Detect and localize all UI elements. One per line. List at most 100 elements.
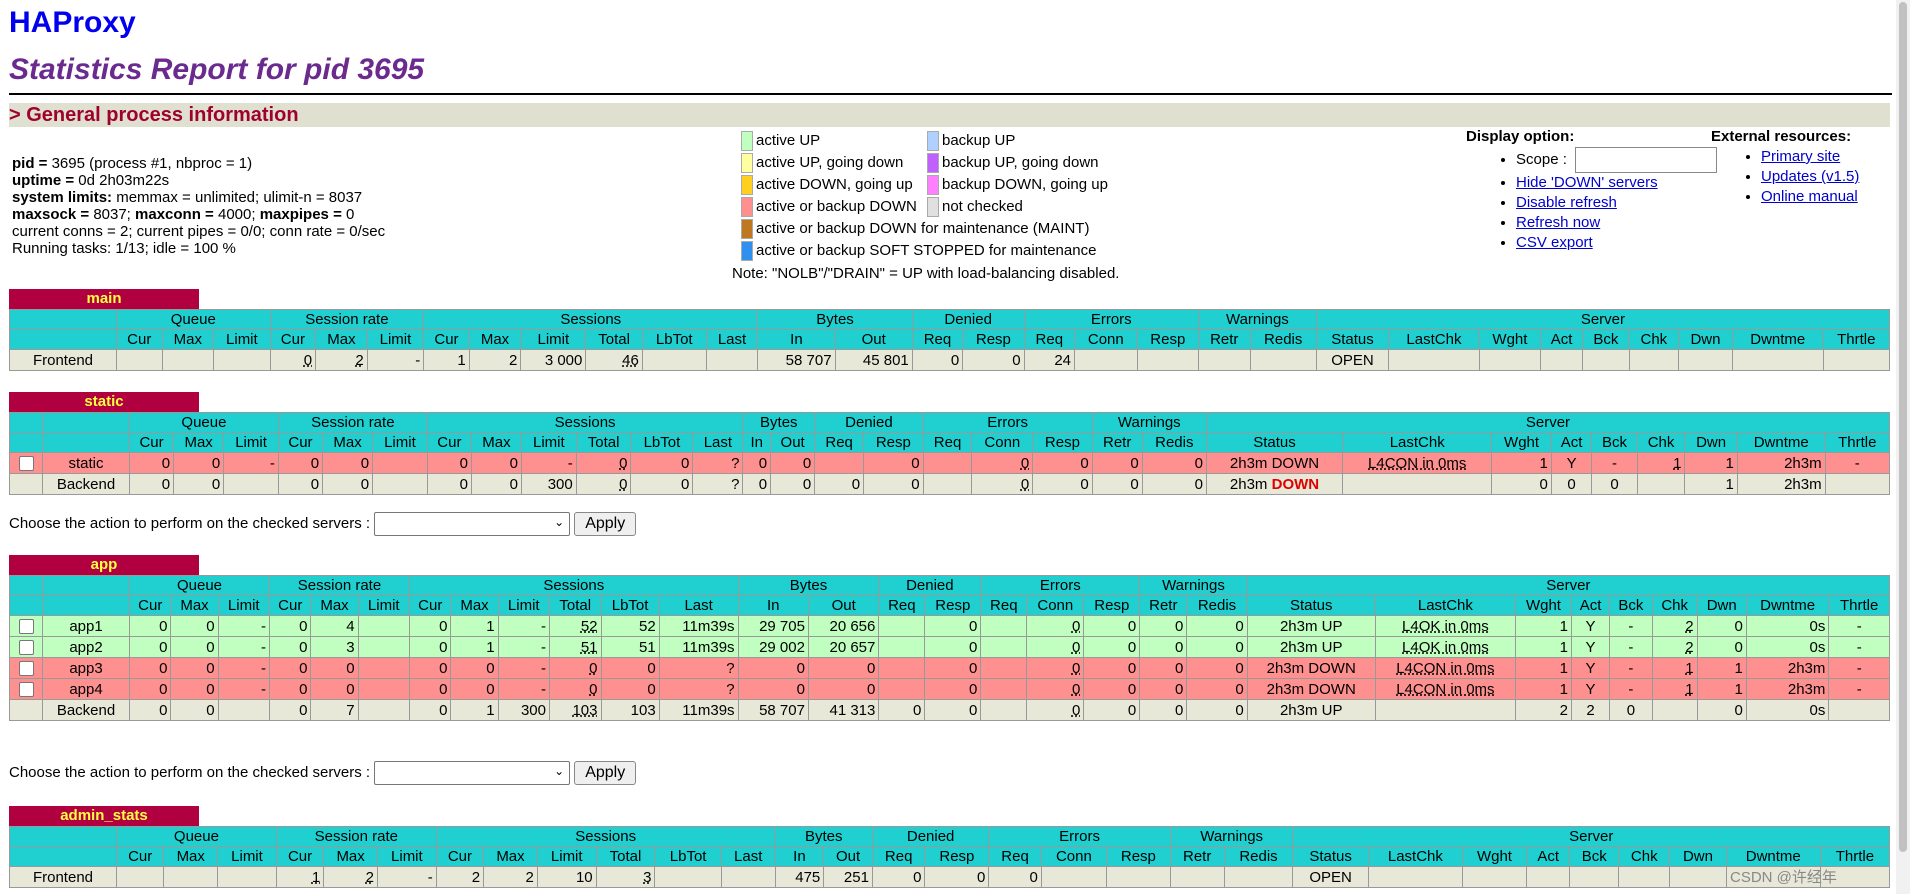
row-checkbox[interactable] [18, 682, 34, 698]
apply-button[interactable]: Apply [574, 512, 637, 536]
cell-value[interactable]: 2 [366, 869, 374, 886]
vertical-scrollbar[interactable] [1896, 0, 1910, 894]
row-name[interactable]: Backend [42, 699, 130, 721]
row-checkbox[interactable] [18, 456, 34, 472]
cell-value[interactable]: 0 [1072, 702, 1080, 719]
row-name[interactable]: Backend [42, 473, 130, 495]
data-cell[interactable]: 0 [549, 678, 602, 700]
cell-value[interactable]: 0 [619, 455, 627, 472]
data-cell[interactable]: 0 [1026, 699, 1085, 721]
online-manual-link[interactable]: Online manual [1761, 188, 1858, 205]
cell-value[interactable]: 0 [304, 352, 312, 369]
data-cell[interactable]: 0 [1026, 678, 1085, 700]
row-name[interactable]: Frontend [9, 866, 117, 888]
cell-value[interactable]: 2 [1685, 639, 1693, 656]
row-name[interactable]: app1 [42, 615, 130, 637]
data-cell[interactable]: 0 [1026, 657, 1085, 679]
data-cell[interactable]: 0 [269, 349, 317, 371]
data-cell[interactable]: 0 [971, 452, 1034, 474]
scope-input[interactable] [1575, 147, 1718, 173]
disable-refresh-link[interactable]: Disable refresh [1516, 194, 1617, 211]
cell-value[interactable]: L4OK in 0ms [1402, 618, 1489, 635]
row-checkbox[interactable] [18, 640, 34, 656]
data-cell[interactable]: 1 [1636, 452, 1686, 474]
data-cell[interactable]: 0 [575, 452, 632, 474]
updates-link[interactable]: Updates (v1.5) [1761, 168, 1859, 185]
proxy-name-static[interactable]: static [9, 392, 199, 412]
data-cell[interactable]: L4OK in 0ms [1374, 636, 1517, 658]
cell-value[interactable]: L4CON in 0ms [1396, 681, 1494, 698]
cell-value[interactable]: 1 [1685, 660, 1693, 677]
data-cell[interactable]: 2 [323, 866, 378, 888]
data-cell[interactable]: 1 [1651, 678, 1698, 700]
data-cell[interactable]: 0 [1026, 636, 1085, 658]
action-select[interactable]: ⌄ [374, 761, 571, 785]
data-cell[interactable]: L4CON in 0ms [1342, 452, 1493, 474]
proxy-name-main[interactable]: main [9, 289, 199, 309]
proxy-name-app[interactable]: app [9, 555, 199, 575]
cell-value[interactable]: 0 [1072, 681, 1080, 698]
action-select[interactable]: ⌄ [374, 512, 571, 536]
cell-value[interactable]: 0 [1072, 618, 1080, 635]
cell-value[interactable]: 1 [1673, 455, 1681, 472]
cell-value[interactable]: L4OK in 0ms [1402, 639, 1489, 656]
data-cell: - [497, 678, 551, 700]
hide-down-link[interactable]: Hide 'DOWN' servers [1516, 174, 1658, 191]
row-name[interactable]: app2 [42, 636, 130, 658]
cell-value[interactable]: 0 [1072, 639, 1080, 656]
column-header: Last [720, 846, 776, 867]
cell-value[interactable]: 51 [581, 639, 598, 656]
primary-site-link[interactable]: Primary site [1761, 148, 1840, 165]
legend-label: active or backup DOWN [756, 198, 917, 215]
cell-value[interactable]: 0 [619, 476, 627, 493]
cell-value[interactable]: 0 [1021, 455, 1029, 472]
cell-value[interactable]: L4CON in 0ms [1368, 455, 1466, 472]
cell-value[interactable]: 0 [589, 681, 597, 698]
data-cell[interactable]: 2 [1651, 636, 1698, 658]
data-cell[interactable]: 1 [1651, 657, 1698, 679]
cell-value[interactable]: 1 [312, 869, 320, 886]
refresh-now-link[interactable]: Refresh now [1516, 214, 1600, 231]
cell-value[interactable]: 52 [581, 618, 598, 635]
row-checkbox[interactable] [18, 661, 34, 677]
data-cell[interactable]: 0 [1026, 615, 1085, 637]
column-header: LastChk [1342, 432, 1493, 453]
cell-value[interactable]: 103 [572, 702, 597, 719]
data-cell[interactable]: 0 [575, 473, 632, 495]
data-cell: 251 [823, 866, 873, 888]
data-cell [372, 452, 428, 474]
data-cell[interactable]: 52 [549, 615, 602, 637]
cell-value[interactable]: 2 [355, 352, 363, 369]
data-cell: 0 [600, 678, 660, 700]
proxy-name-admin_stats[interactable]: admin_stats [9, 806, 199, 826]
apply-button[interactable]: Apply [574, 761, 637, 785]
row-name[interactable]: Frontend [9, 349, 117, 371]
data-cell[interactable]: 0 [549, 657, 602, 679]
data-cell[interactable]: 2 [1651, 615, 1698, 637]
csv-export-link[interactable]: CSV export [1516, 234, 1593, 251]
data-cell[interactable]: L4OK in 0ms [1374, 615, 1517, 637]
scrollbar-thumb[interactable] [1899, 2, 1907, 852]
data-cell[interactable]: 51 [549, 636, 602, 658]
cell-value[interactable]: 0 [1072, 660, 1080, 677]
data-cell[interactable]: 3 [595, 866, 656, 888]
data-cell[interactable]: 0 [971, 473, 1034, 495]
row-name[interactable]: app4 [42, 678, 130, 700]
row-checkbox[interactable] [18, 619, 34, 635]
data-cell[interactable]: 2 [315, 349, 368, 371]
data-cell[interactable]: 103 [549, 699, 602, 721]
cell-value[interactable]: 0 [589, 660, 597, 677]
cell-value[interactable]: 46 [622, 352, 639, 369]
data-cell[interactable]: L4CON in 0ms [1374, 678, 1517, 700]
row-name[interactable]: static [42, 452, 130, 474]
cell-value[interactable]: L4CON in 0ms [1396, 660, 1494, 677]
cell-value[interactable]: 1 [1685, 681, 1693, 698]
row-name[interactable]: app3 [42, 657, 130, 679]
data-cell[interactable]: 46 [585, 349, 643, 371]
cell-value[interactable]: 2 [1685, 618, 1693, 635]
cell-value[interactable]: 3 [643, 869, 651, 886]
data-cell[interactable]: 1 [275, 866, 325, 888]
column-header: Cur [435, 846, 485, 867]
data-cell[interactable]: L4CON in 0ms [1374, 657, 1517, 679]
cell-value[interactable]: 0 [1021, 476, 1029, 493]
